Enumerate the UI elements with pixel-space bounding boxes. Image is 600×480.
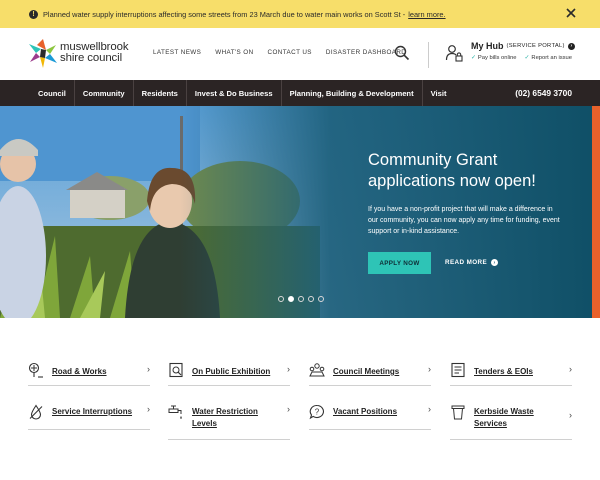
my-hub-label: My Hub xyxy=(471,41,504,51)
topnav-latest-news[interactable]: LATEST NEWS xyxy=(153,49,201,56)
nav-item-invest[interactable]: Invest & Do Business xyxy=(185,80,281,106)
apply-now-button[interactable]: APPLY NOW xyxy=(368,252,431,274)
logo-line-2: shire council xyxy=(60,52,123,64)
alert-learn-more-link[interactable]: learn more. xyxy=(408,10,445,19)
quicklink-label: Kerbside Waste Services xyxy=(474,407,534,428)
my-hub[interactable]: My Hub (SERVICE PORTAL) › ✓ Pay bills onl… xyxy=(471,41,575,61)
topnav-whats-on[interactable]: WHAT'S ON xyxy=(215,49,253,56)
main-nav: Council Community Residents Invest & Do … xyxy=(0,80,600,106)
my-hub-title[interactable]: My Hub (SERVICE PORTAL) › xyxy=(471,41,575,51)
info-icon: ! xyxy=(29,9,38,19)
carousel-dot[interactable] xyxy=(298,296,304,302)
arrow-right-icon: › xyxy=(567,42,575,50)
next-slide-peek xyxy=(592,106,600,318)
quicklink-vacant-positions[interactable]: ? Vacant Positions › xyxy=(309,402,431,430)
utility-nav: LATEST NEWS WHAT'S ON CONTACT US DISASTE… xyxy=(153,49,406,56)
quicklink-label: Service Interruptions xyxy=(52,407,133,416)
quicklink-label: Vacant Positions xyxy=(333,407,398,416)
nav-item-visit[interactable]: Visit xyxy=(421,80,455,106)
quicklink-label: Tenders & EOIs xyxy=(474,367,533,376)
user-lock-icon[interactable] xyxy=(445,44,463,62)
quicklink-council-meetings[interactable]: Council Meetings › xyxy=(309,362,431,386)
chevron-right-icon: › xyxy=(147,364,150,374)
quicklink-kerbside-waste[interactable]: Kerbside Waste Services › xyxy=(450,402,572,440)
phone-number[interactable]: (02) 6549 3700 xyxy=(515,80,572,106)
carousel-dot-active[interactable] xyxy=(288,296,294,302)
chevron-right-icon: › xyxy=(428,404,431,414)
hero-banner: Community Grant applications now open! I… xyxy=(0,106,600,318)
logo-star-icon xyxy=(29,39,57,68)
my-hub-sub: (SERVICE PORTAL) xyxy=(506,43,565,49)
read-more-link[interactable]: READ MORE › xyxy=(445,259,499,266)
quicklink-tenders[interactable]: Tenders & EOIs › xyxy=(450,362,572,386)
hub-link-pay-bills[interactable]: ✓ Pay bills online xyxy=(471,55,517,61)
quicklink-label: Water Restriction Levels xyxy=(192,407,258,428)
tap-icon xyxy=(168,405,182,419)
quick-links: Road & Works › On Public Exhibition › Co… xyxy=(0,318,600,480)
carousel-dot[interactable] xyxy=(278,296,284,302)
nav-item-council[interactable]: Council xyxy=(30,80,74,106)
header-divider xyxy=(428,42,429,68)
bin-icon xyxy=(451,405,465,420)
check-icon: ✓ xyxy=(471,55,476,61)
alert-text: Planned water supply interruptions affec… xyxy=(43,9,406,19)
nav-item-residents[interactable]: Residents xyxy=(132,80,186,106)
meeting-icon xyxy=(309,363,325,377)
topnav-contact-us[interactable]: CONTACT US xyxy=(268,49,312,56)
carousel-dots xyxy=(278,296,324,302)
road-icon xyxy=(28,362,43,378)
quicklink-label: Road & Works xyxy=(52,367,107,376)
carousel-dot[interactable] xyxy=(318,296,324,302)
check-icon: ✓ xyxy=(524,55,530,61)
close-icon[interactable] xyxy=(564,6,578,20)
quicklink-water-restrictions[interactable]: Water Restriction Levels › xyxy=(168,402,290,440)
hero-title: Community Grant applications now open! xyxy=(368,151,536,190)
quicklink-road-works[interactable]: Road & Works › xyxy=(28,362,150,386)
my-hub-links: ✓ Pay bills online ✓ Report an issue xyxy=(471,55,575,61)
quicklink-label: Council Meetings xyxy=(333,367,400,376)
hub-link-report-issue[interactable]: ✓ Report an issue xyxy=(525,55,572,61)
hub-link-report-issue-label: Report an issue xyxy=(531,55,572,61)
search-icon[interactable] xyxy=(394,45,410,61)
quicklink-public-exhibition[interactable]: On Public Exhibition › xyxy=(168,362,290,386)
hub-link-pay-bills-label: Pay bills online xyxy=(477,55,517,61)
alert-bar: ! Planned water supply interruptions aff… xyxy=(0,0,600,28)
site-header: muswellbrook shire council LATEST NEWS W… xyxy=(0,28,600,80)
chevron-right-icon: › xyxy=(287,404,290,414)
nav-item-planning[interactable]: Planning, Building & Development xyxy=(280,80,422,106)
exhibition-icon xyxy=(169,362,183,378)
speech-question-icon: ? xyxy=(309,404,324,420)
read-more-label: READ MORE xyxy=(445,259,488,266)
carousel-dot[interactable] xyxy=(308,296,314,302)
site-logo[interactable]: muswellbrook shire council xyxy=(28,37,129,69)
quicklink-label: On Public Exhibition xyxy=(192,367,271,376)
no-water-icon xyxy=(29,404,43,420)
chevron-right-icon: › xyxy=(147,404,150,414)
logo-text: muswellbrook shire council xyxy=(60,41,129,64)
tender-icon xyxy=(451,362,465,378)
chevron-right-icon: › xyxy=(428,364,431,374)
hero-description: If you have a non-profit project that wi… xyxy=(368,206,560,235)
chevron-right-icon: › xyxy=(569,410,572,420)
chevron-right-icon: › xyxy=(569,364,572,374)
quicklink-service-interruptions[interactable]: Service Interruptions › xyxy=(28,402,150,430)
arrow-right-icon: › xyxy=(491,259,499,266)
chevron-right-icon: › xyxy=(287,364,290,374)
nav-item-community[interactable]: Community xyxy=(73,80,133,106)
svg-text:?: ? xyxy=(315,408,320,417)
